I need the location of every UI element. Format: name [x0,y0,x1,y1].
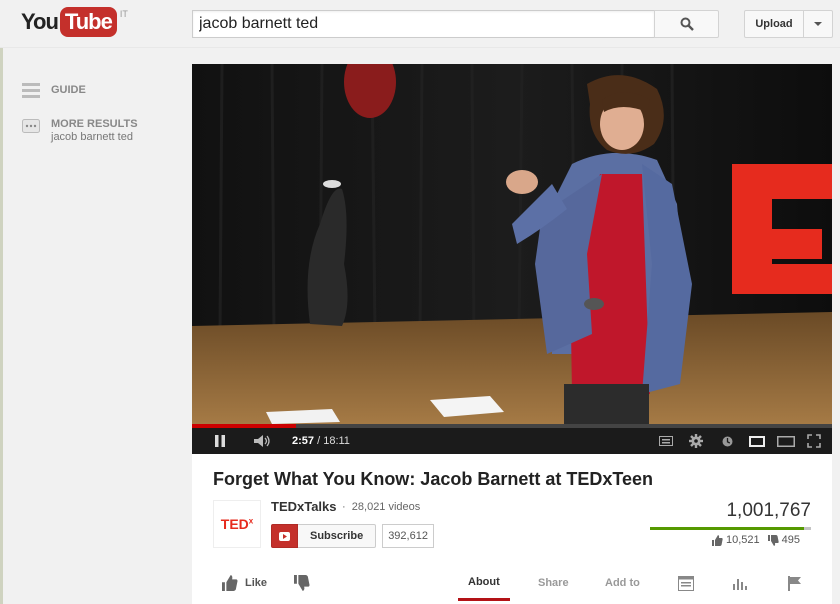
statistics-button[interactable] [733,565,748,601]
window-edge [0,48,3,604]
volume-button[interactable] [252,428,274,454]
masthead: You Tube IT Upload [0,0,840,48]
search-box[interactable] [192,10,654,38]
gear-icon [689,434,703,448]
ted-logo: TEDx [221,516,253,532]
more-results-link[interactable]: MORE RESULTS jacob barnett ted [22,117,138,143]
large-player-icon [777,435,795,447]
clock-icon [722,436,732,446]
thumbs-down-icon [294,575,310,591]
subscribe-button[interactable]: Subscribe 392,612 [271,524,434,548]
pause-icon [215,435,225,447]
small-player-button[interactable] [747,428,767,454]
menu-icon [22,83,40,98]
search-button[interactable] [654,10,719,38]
like-label: Like [245,577,268,589]
fullscreen-icon [807,434,821,448]
video-count: · 28,021 videos [342,501,421,513]
report-button[interactable] [788,565,802,601]
flag-icon [788,575,801,591]
ted-logo-sup: x [248,516,254,526]
upload-button[interactable]: Upload [744,10,804,38]
time-display: 2:57 / 18:11 [292,435,350,447]
view-count: 1,001,767 [726,500,811,521]
tab-add-to[interactable]: Add to [605,565,640,601]
like-count: 10,521 [726,534,760,546]
small-player-icon [749,435,765,447]
dislike-button[interactable] [294,565,310,601]
youtube-play-icon [271,524,298,548]
video-title: Forget What You Know: Jacob Barnett at T… [213,469,654,489]
action-bar: Like About Share Add to [192,565,832,604]
more-icon [22,119,40,133]
tab-about[interactable]: About [458,565,510,601]
channel-avatar[interactable]: TEDx [213,500,261,548]
volume-icon [254,435,270,447]
more-results-label: MORE RESULTS [51,118,138,130]
like-ratio-bar [650,527,811,530]
region-code: IT [119,9,128,19]
bar-chart-icon [733,579,747,590]
settings-button[interactable] [687,428,705,454]
watch-later-button[interactable] [719,428,735,454]
subscribe-label: Subscribe [298,524,377,548]
guide-toggle[interactable]: GUIDE [22,81,86,99]
video-count-text: 28,021 videos [351,501,421,513]
captions-icon [659,436,673,446]
pause-button[interactable] [210,428,230,454]
large-player-button[interactable] [776,428,796,454]
duration: 18:11 [323,435,350,447]
thumbs-up-icon [222,575,238,591]
thumbs-down-icon [767,534,779,546]
captions-button[interactable] [658,428,674,454]
like-ratio-fill [650,527,804,530]
logo-tube: Tube [59,7,117,37]
search-icon [680,17,694,31]
video-scene [192,64,832,424]
transcript-icon [678,575,694,591]
transcript-button[interactable] [678,565,694,601]
logo-you: You [21,9,59,34]
upload-dropdown-button[interactable] [803,10,833,38]
like-button[interactable]: Like [222,565,267,601]
search-input[interactable] [193,11,654,37]
youtube-logo[interactable]: You Tube IT [21,7,128,37]
player-controls: 2:57 / 18:11 [192,428,832,454]
more-results-query: jacob barnett ted [51,131,133,143]
thumbs-up-icon [712,534,723,546]
ted-logo-text: TED [220,516,249,532]
video-frame[interactable] [192,64,832,424]
channel-name[interactable]: TEDxTalks [271,499,337,514]
video-info: Forget What You Know: Jacob Barnett at T… [192,454,832,604]
guide-label: GUIDE [51,84,86,96]
chevron-down-icon [814,22,822,26]
like-counts: 10,521 495 [712,534,808,546]
fullscreen-button[interactable] [804,428,824,454]
video-player[interactable]: 2:57 / 18:11 [192,64,832,454]
tab-share[interactable]: Share [538,565,569,601]
dislike-count: 495 [781,534,801,546]
current-time: 2:57 [292,435,315,447]
subscriber-count: 392,612 [382,524,434,548]
